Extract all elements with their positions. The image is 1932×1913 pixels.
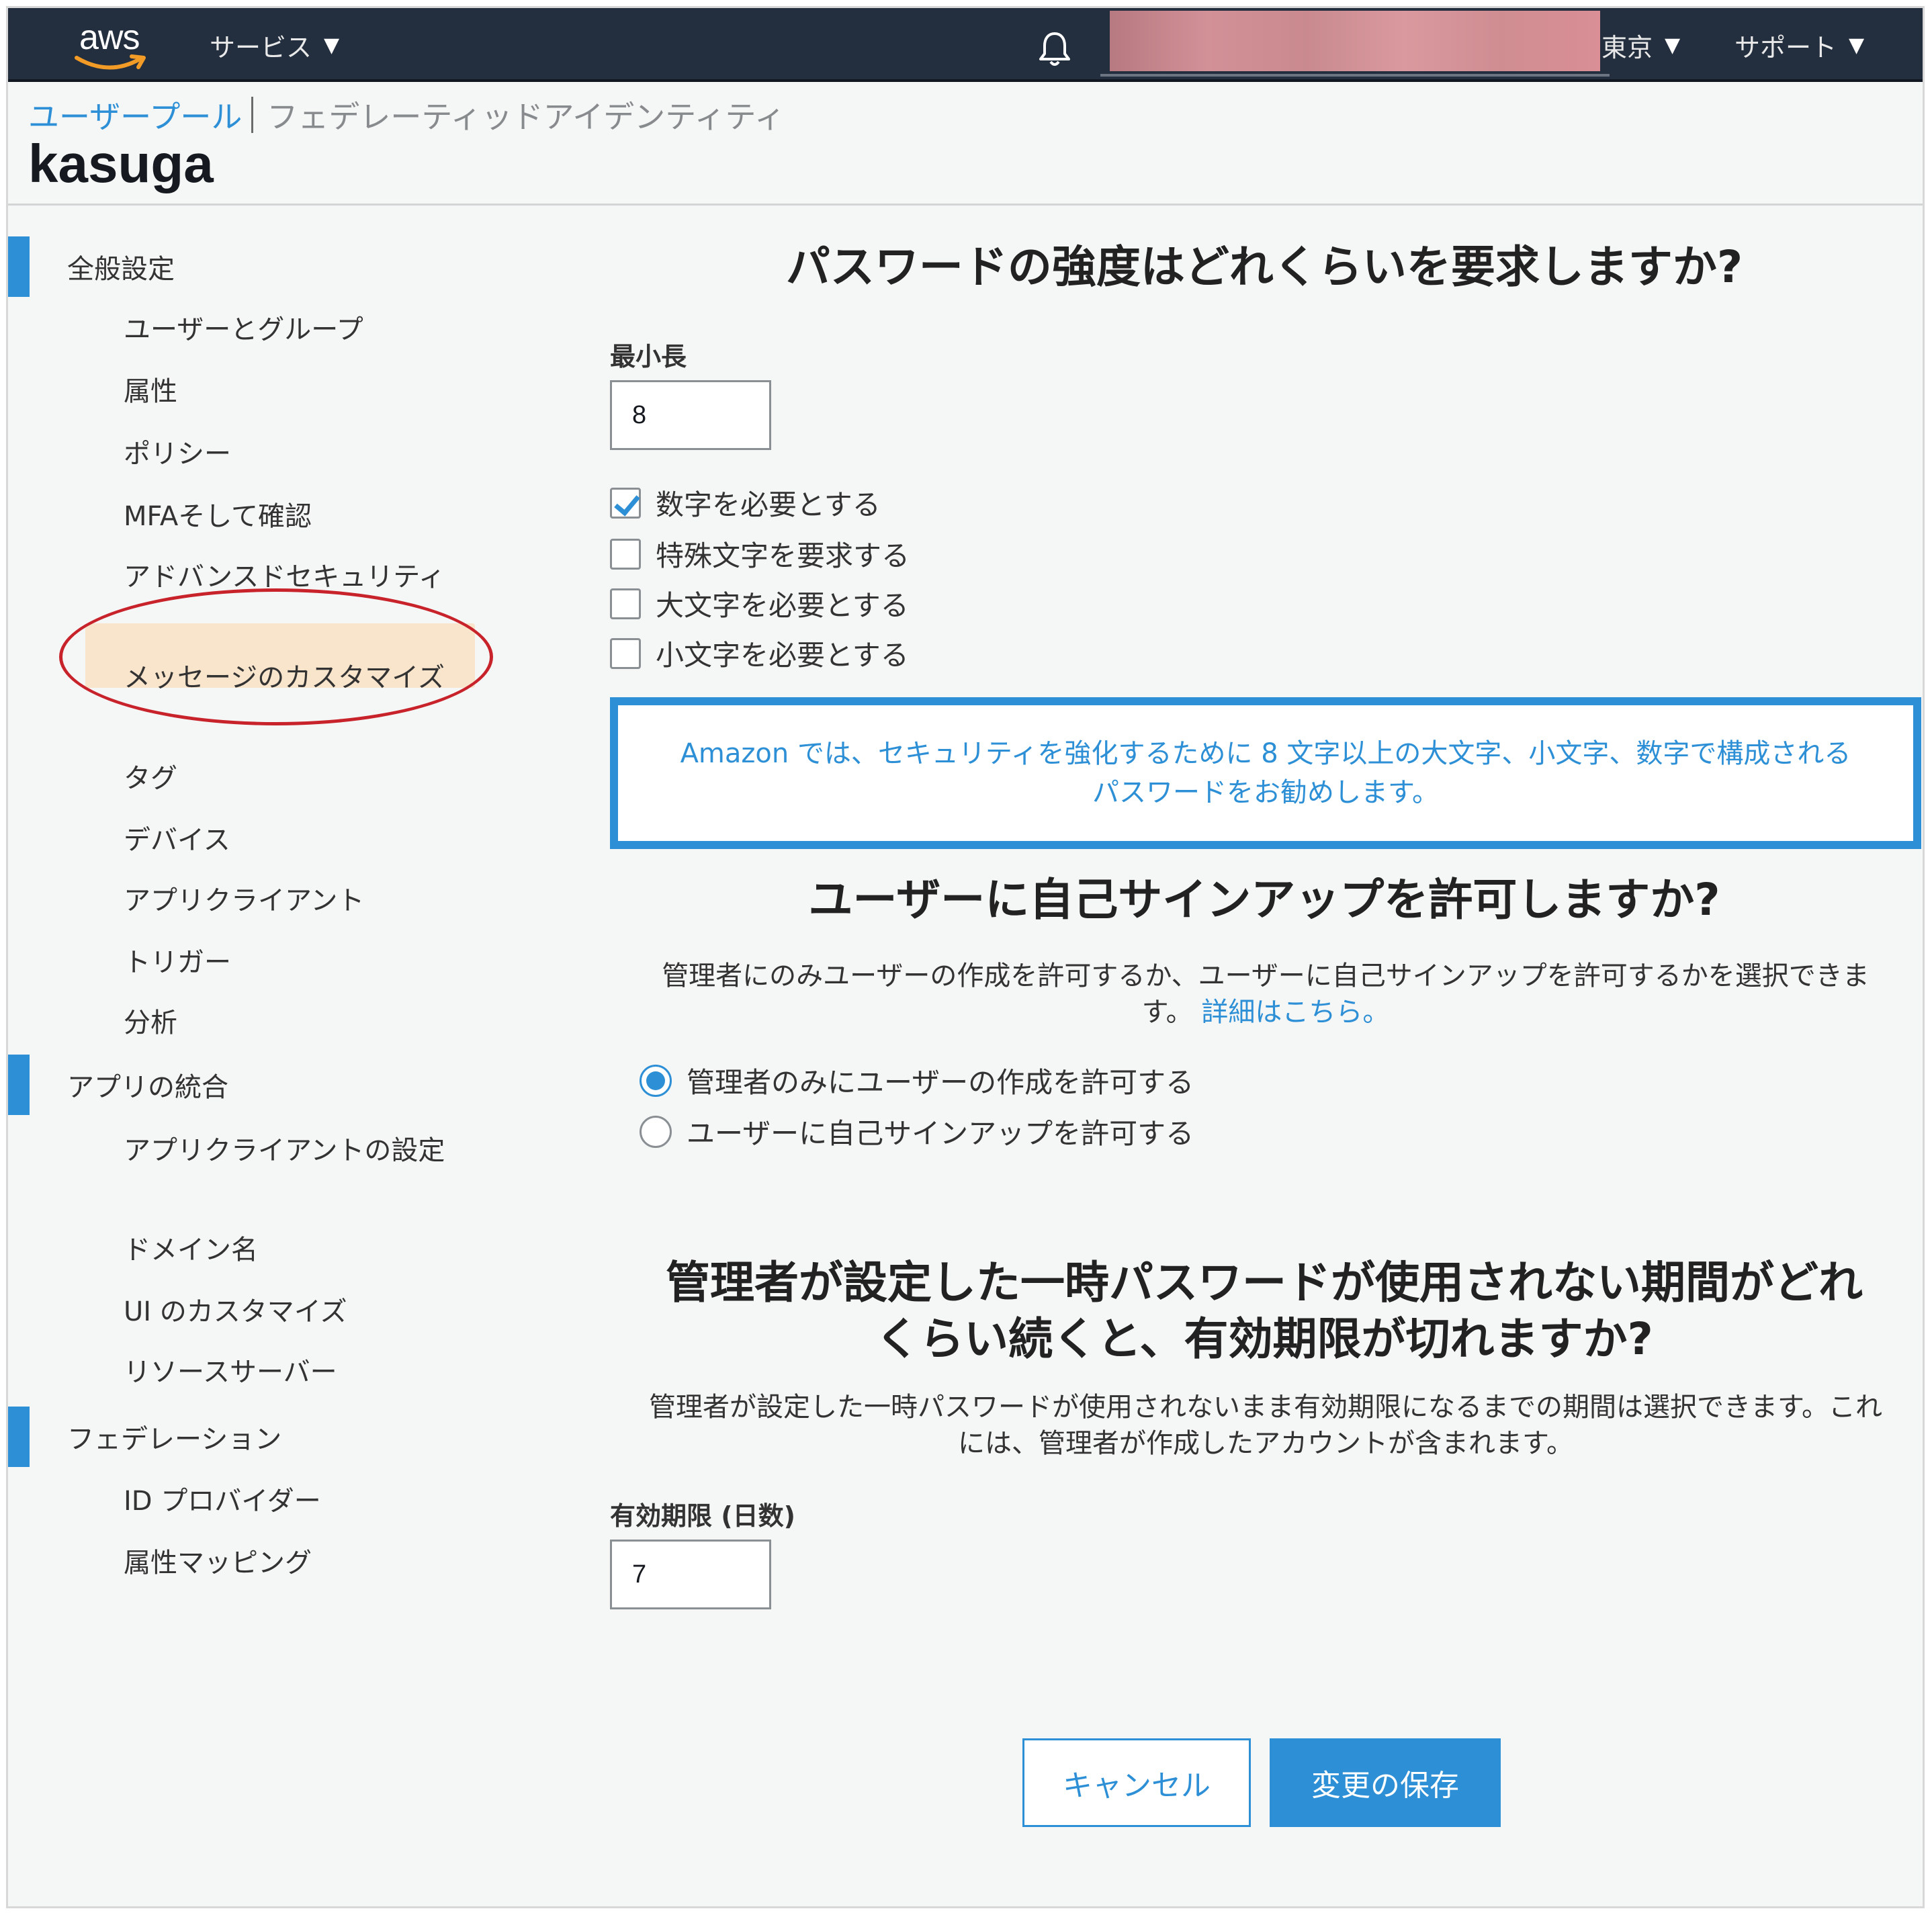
save-changes-button[interactable]: 変更の保存 — [1270, 1738, 1501, 1827]
top-nav-bar: aws サービス ▼ 東京 ▼ サポート ▼ — [8, 8, 1923, 82]
self-signup-radio[interactable]: ユーザーに自己サインアップを許可する — [640, 1111, 1194, 1152]
checkbox-unchecked-icon — [610, 588, 641, 619]
min-length-input[interactable] — [610, 380, 771, 450]
sidebar-item-analytics[interactable]: 分析 — [124, 1002, 473, 1044]
support-menu-label: サポート — [1735, 32, 1837, 62]
radio-label: ユーザーに自己サインアップを許可する — [687, 1117, 1194, 1150]
admin-only-radio[interactable]: 管理者のみにユーザーの作成を許可する — [640, 1060, 1194, 1101]
password-strength-heading: パスワードの強度はどれくらいを要求しますか? — [785, 241, 1743, 293]
checkbox-label: 数字を必要とする — [656, 488, 881, 521]
sidebar-item-domain-name[interactable]: ドメイン名 — [124, 1229, 473, 1271]
annotation-circle — [59, 588, 493, 725]
sidebar-item-mfa[interactable]: MFAそして確認 — [124, 496, 473, 537]
sidebar-item-tags[interactable]: タグ — [124, 758, 473, 799]
self-signup-heading: ユーザーに自己サインアップを許可しますか? — [808, 874, 1720, 926]
self-signup-description: 管理者にのみユーザーの作成を許可するか、ユーザーに自己サインアップを許可するかを… — [610, 958, 1921, 1030]
sidebar-section-label: フェデレーション — [67, 1424, 282, 1455]
temp-password-description: 管理者が設定した一時パスワードが使用されないまま有効期限になるまでの期間は選択で… — [610, 1389, 1921, 1462]
pool-type-tabs: ユーザープール フェデレーティッドアイデンティティ — [28, 93, 785, 137]
checkbox-label: 小文字を必要とする — [656, 639, 909, 672]
sidebar-item-devices[interactable]: デバイス — [124, 819, 473, 861]
account-menu-redacted[interactable] — [1100, 11, 1610, 77]
support-menu[interactable]: サポート ▼ — [1735, 8, 1864, 82]
tab-divider — [251, 97, 254, 133]
description-line2-wrap: す。 詳細はこちら。 — [610, 994, 1921, 1030]
min-length-label: 最小長 — [610, 342, 687, 371]
radio-unselected-icon — [640, 1115, 672, 1148]
checkbox-unchecked-icon — [610, 538, 641, 570]
services-menu[interactable]: サービス ▼ — [210, 8, 339, 82]
sidebar-item-app-clients[interactable]: アプリクライアント — [124, 880, 473, 922]
section-marker — [8, 1055, 30, 1115]
expiry-days-label: 有効期限 (日数) — [610, 1501, 795, 1531]
sidebar-item-attributes[interactable]: 属性 — [124, 371, 473, 412]
aws-logo[interactable]: aws — [67, 17, 161, 71]
services-menu-label: サービス — [210, 32, 312, 62]
checkbox-unchecked-icon — [610, 637, 641, 669]
description-line2: には、管理者が作成したアカウントが含まれます。 — [958, 1428, 1573, 1459]
sidebar-item-resource-servers[interactable]: リソースサーバー — [124, 1351, 473, 1393]
caret-down-icon: ▼ — [1665, 33, 1681, 57]
temp-password-expiry-heading: 管理者が設定した一時パスワードが使用されない期間がどれ くらい続くと、有効期限が… — [606, 1255, 1923, 1368]
region-menu-label: 東京 — [1601, 32, 1653, 62]
require-uppercase-checkbox[interactable]: 大文字を必要とする — [610, 583, 909, 624]
section-marker — [8, 236, 30, 297]
aws-logo-text: aws — [79, 18, 140, 57]
tab-federated-identities[interactable]: フェデレーティッドアイデンティティ — [267, 93, 785, 137]
page-header: ユーザープール フェデレーティッドアイデンティティ kasuga — [8, 85, 1923, 206]
password-recommendation-notice: Amazon では、セキュリティを強化するために 8 文字以上の大文字、小文字、… — [610, 697, 1921, 849]
sidebar-item-users-groups[interactable]: ユーザーとグループ — [124, 309, 473, 351]
require-special-chars-checkbox[interactable]: 特殊文字を要求する — [610, 533, 910, 574]
checkbox-label: 大文字を必要とする — [656, 589, 909, 622]
sidebar-item-policies[interactable]: ポリシー — [124, 433, 473, 475]
bell-icon[interactable] — [1035, 28, 1075, 69]
app-window: aws サービス ▼ 東京 ▼ サポート ▼ ユーザープール フェデレーティッド… — [6, 6, 1925, 1908]
radio-label: 管理者のみにユーザーの作成を許可する — [687, 1066, 1194, 1099]
recommendation-text-line2: パスワードをお勧めします。 — [1092, 777, 1439, 808]
sidebar: 全般設定 ユーザーとグループ 属性 ポリシー MFAそして確認 アドバンスドセキ… — [8, 207, 572, 1685]
sidebar-section-app-integration[interactable]: アプリの統合 — [8, 1055, 478, 1115]
sidebar-item-ui-customization[interactable]: UI のカスタマイズ — [124, 1291, 473, 1333]
sidebar-item-identity-providers[interactable]: ID プロバイダー — [124, 1480, 473, 1522]
caret-down-icon: ▼ — [1849, 33, 1865, 57]
cancel-button[interactable]: キャンセル — [1022, 1738, 1251, 1827]
radio-selected-icon — [640, 1064, 672, 1097]
checkbox-checked-icon — [610, 487, 641, 519]
sidebar-section-federation[interactable]: フェデレーション — [8, 1407, 478, 1467]
region-menu[interactable]: 東京 ▼ — [1601, 8, 1680, 82]
sidebar-section-general[interactable]: 全般設定 — [8, 236, 478, 297]
heading-line1: 管理者が設定した一時パスワードが使用されない期間がどれ — [666, 1257, 1863, 1308]
sidebar-section-label: 全般設定 — [67, 254, 175, 285]
page-title: kasuga — [28, 134, 214, 193]
learn-more-link[interactable]: 詳細はこちら。 — [1201, 997, 1389, 1028]
sidebar-item-app-client-settings[interactable]: アプリクライアントの設定 — [124, 1130, 473, 1171]
description-line1: 管理者にのみユーザーの作成を許可するか、ユーザーに自己サインアップを許可するかを… — [662, 961, 1870, 991]
recommendation-text-line1: Amazon では、セキュリティを強化するために 8 文字以上の大文字、小文字、… — [680, 738, 1851, 769]
description-line2: す。 — [1141, 997, 1193, 1028]
aws-smile-icon — [75, 54, 146, 70]
description-line1: 管理者が設定した一時パスワードが使用されないまま有効期限になるまでの期間は選択で… — [649, 1392, 1882, 1423]
tab-user-pools[interactable]: ユーザープール — [28, 93, 242, 137]
sidebar-item-attribute-mapping[interactable]: 属性マッピング — [124, 1542, 473, 1584]
caret-down-icon: ▼ — [324, 33, 340, 57]
checkbox-label: 特殊文字を要求する — [656, 539, 910, 572]
require-lowercase-checkbox[interactable]: 小文字を必要とする — [610, 633, 909, 674]
heading-line2: くらい続くと、有効期限が切れますか? — [875, 1313, 1653, 1365]
expiry-days-input[interactable] — [610, 1540, 771, 1609]
require-numbers-checkbox[interactable]: 数字を必要とする — [610, 482, 881, 523]
sidebar-section-label: アプリの統合 — [67, 1072, 228, 1103]
section-marker — [8, 1407, 30, 1467]
sidebar-item-triggers[interactable]: トリガー — [124, 942, 473, 983]
